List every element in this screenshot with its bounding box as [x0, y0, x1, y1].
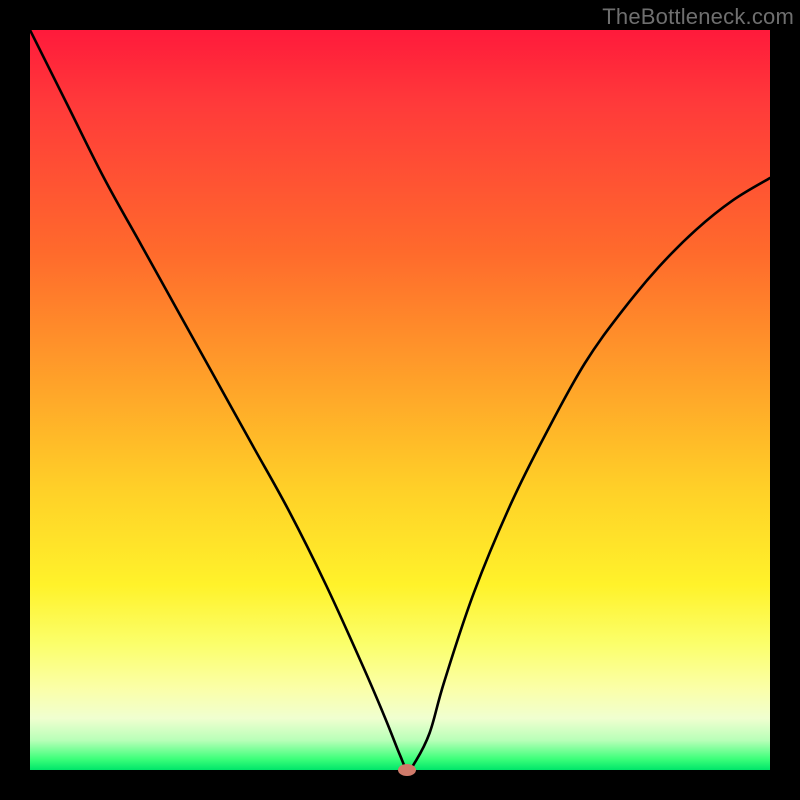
watermark-text: TheBottleneck.com: [602, 4, 794, 30]
plot-area: [30, 30, 770, 770]
bottleneck-curve: [30, 30, 770, 770]
chart-frame: TheBottleneck.com: [0, 0, 800, 800]
optimum-marker: [398, 764, 416, 776]
